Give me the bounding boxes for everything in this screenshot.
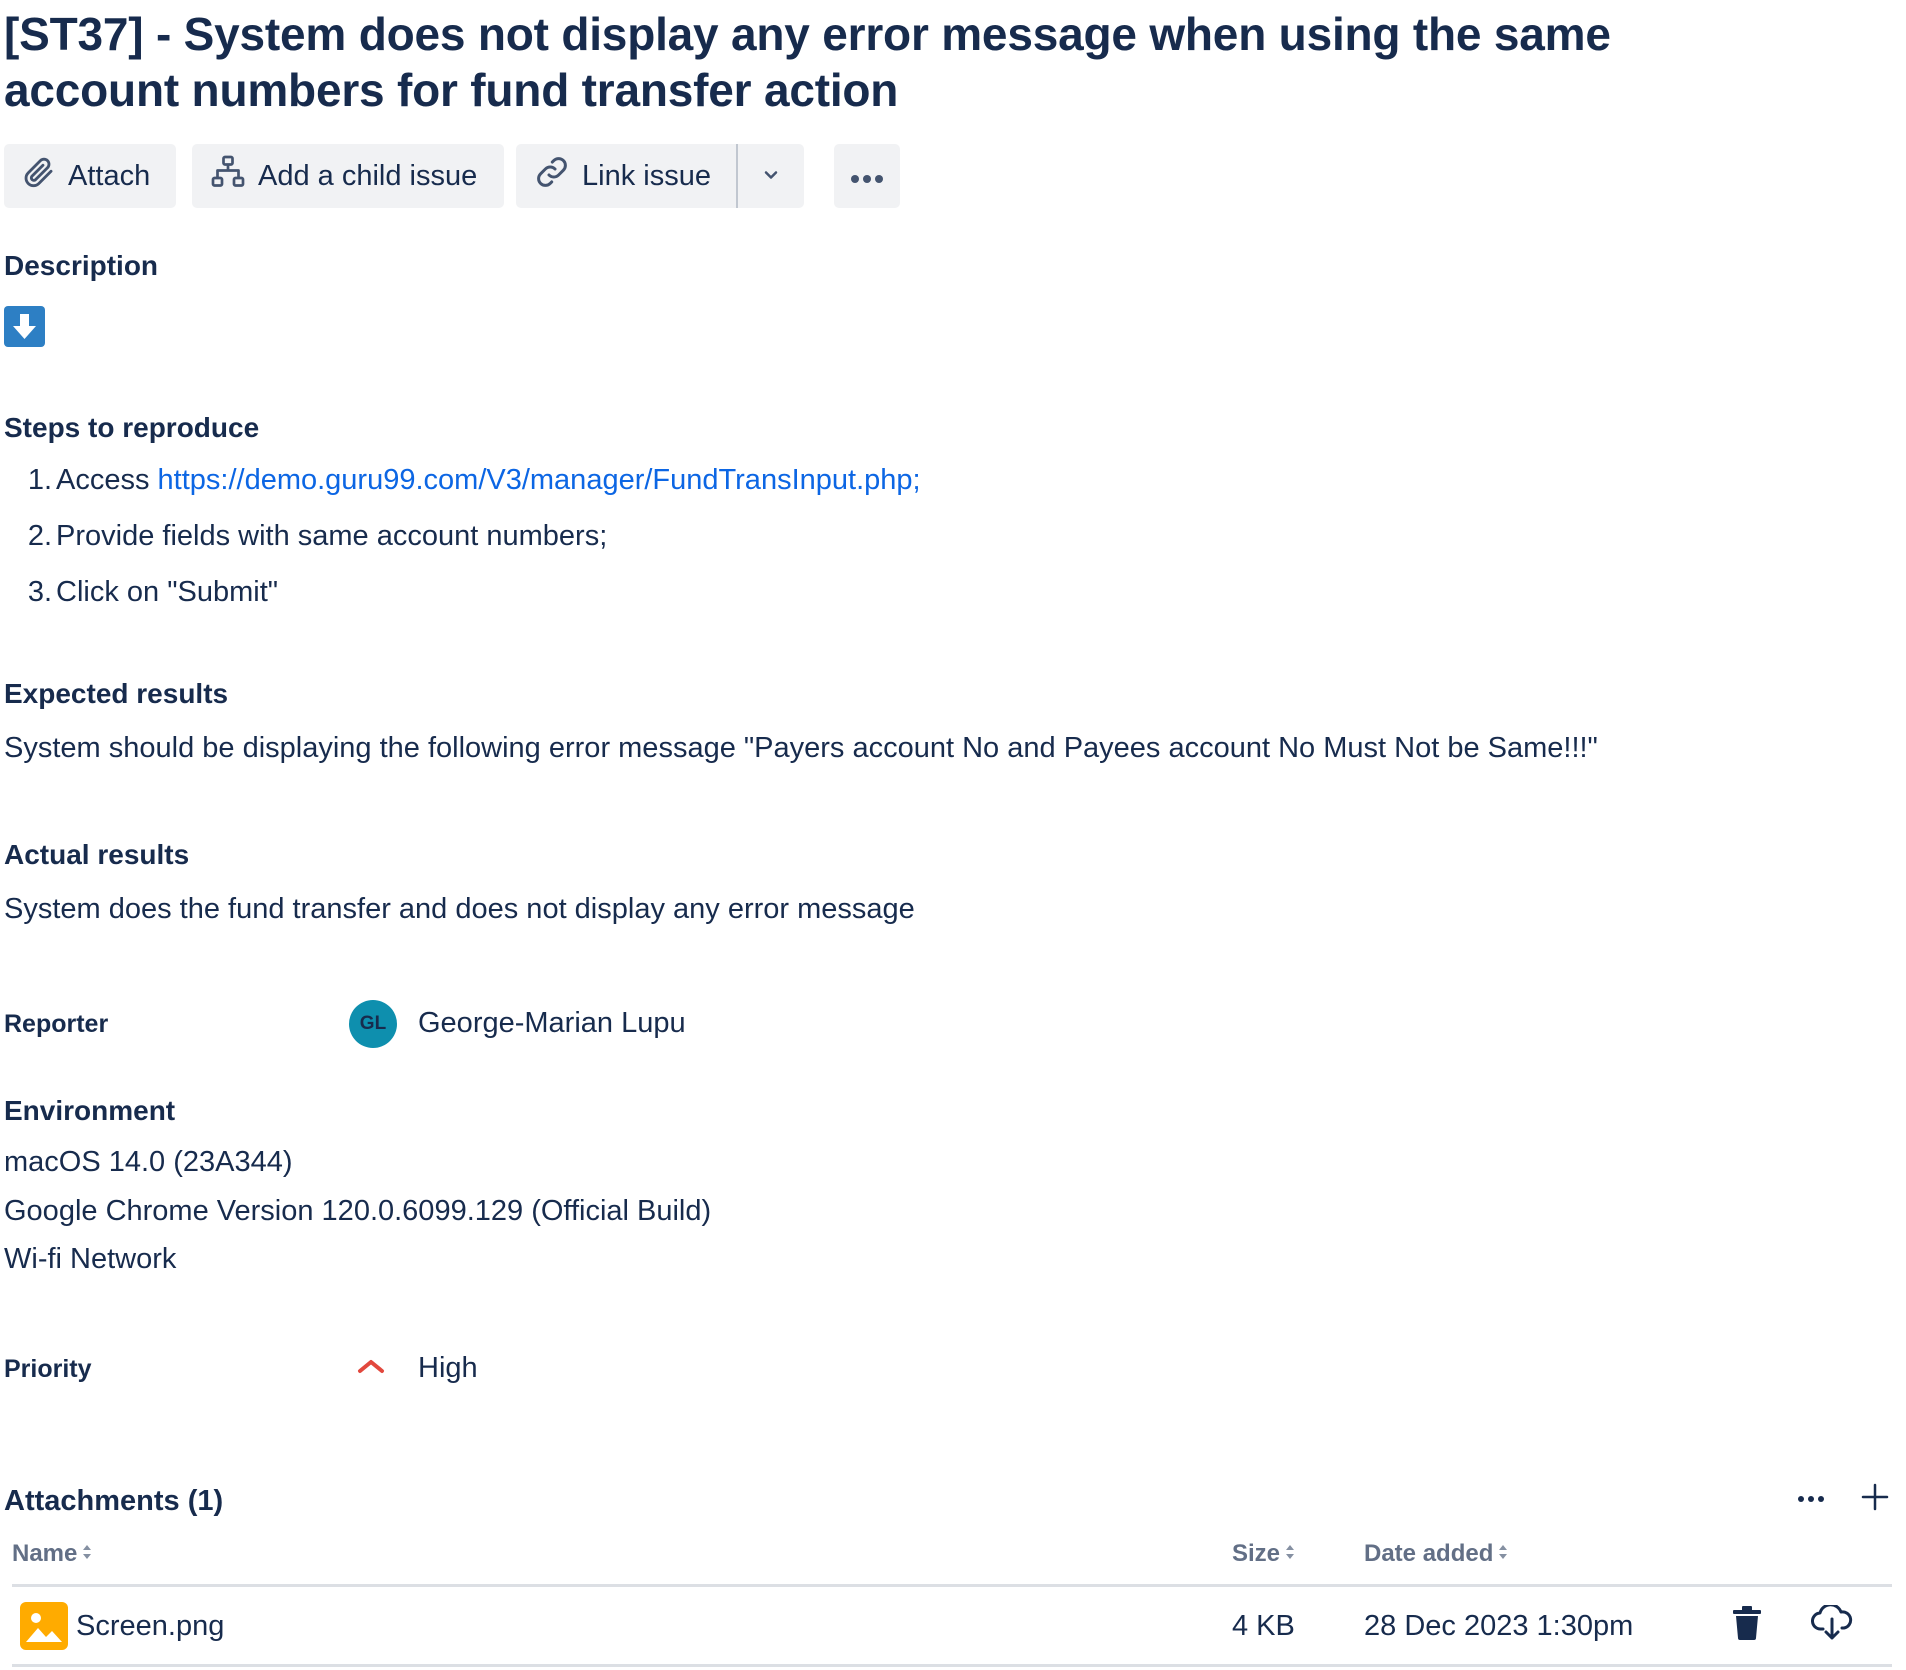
link-issue-button[interactable]: Link issue (516, 144, 736, 208)
issue-title[interactable]: [ST37] - System does not display any err… (4, 6, 1764, 118)
child-issue-icon (210, 154, 246, 198)
sort-icon (81, 1540, 93, 1568)
reporter-name[interactable]: George-Marian Lupu (418, 1007, 686, 1040)
reporter-label: Reporter (4, 1010, 109, 1038)
expected-results-text: System should be displaying the followin… (4, 732, 1598, 764)
download-attachment-button[interactable] (1811, 1602, 1853, 1642)
column-header-size[interactable]: Size (1232, 1540, 1296, 1568)
add-child-issue-label: Add a child issue (258, 159, 478, 192)
expected-results-heading: Expected results (4, 678, 229, 709)
step-number: 2. (27, 520, 52, 552)
more-actions-button[interactable] (834, 144, 900, 208)
step-text: Provide fields with same account numbers… (56, 520, 608, 552)
environment-line: Google Chrome Version 120.0.6099.129 (Of… (4, 1195, 712, 1227)
delete-attachment-button[interactable] (1730, 1605, 1764, 1645)
step-text: Click on "Submit" (56, 576, 279, 608)
step-item: 3. Click on "Submit" (4, 570, 921, 626)
link-icon (534, 154, 570, 198)
sort-icon (1284, 1540, 1296, 1568)
attachment-file-size: 4 KB (1232, 1610, 1295, 1642)
add-attachment-button[interactable] (1858, 1482, 1892, 1516)
link-issue-label: Link issue (582, 159, 711, 192)
paperclip-icon (22, 155, 56, 197)
link-issue-dropdown-button[interactable] (738, 144, 804, 208)
column-header-name[interactable]: Name (12, 1540, 93, 1568)
table-row[interactable]: Screen.png 4 KB 28 Dec 2023 1:30pm (12, 1588, 1892, 1668)
attachments-more-button[interactable] (1794, 1482, 1828, 1516)
plus-icon (1861, 1483, 1889, 1516)
more-horizontal-icon (1797, 1490, 1825, 1508)
attachment-date-added: 28 Dec 2023 1:30pm (1364, 1610, 1634, 1642)
cloud-download-icon (1811, 1602, 1853, 1646)
trash-icon (1731, 1605, 1763, 1645)
chevron-down-icon (761, 160, 781, 193)
steps-heading: Steps to reproduce (4, 412, 260, 443)
attach-button[interactable]: Attach (4, 144, 176, 208)
step-number: 3. (27, 576, 52, 608)
table-row-divider (12, 1664, 1892, 1667)
environment-line: macOS 14.0 (23A344) (4, 1146, 293, 1178)
attachments-heading: Attachments (1) (4, 1485, 224, 1517)
actual-results-text: System does the fund transfer and does n… (4, 893, 915, 925)
priority-value[interactable]: High (418, 1352, 478, 1385)
column-header-label: Size (1232, 1540, 1281, 1567)
attachment-file-name[interactable]: Screen.png (76, 1610, 224, 1643)
priority-high-icon (357, 1357, 385, 1380)
step-item: 1. Access https://demo.guru99.com/V3/mana… (4, 458, 921, 514)
actual-results-heading: Actual results (4, 839, 190, 870)
priority-label: Priority (4, 1355, 92, 1383)
fund-transfer-link[interactable]: https://demo.guru99.com/V3/manager/FundT… (158, 464, 921, 496)
step-item: 2. Provide fields with same account numbe… (4, 514, 921, 570)
sort-icon (1497, 1540, 1509, 1568)
step-text: Access (56, 464, 158, 496)
column-header-label: Name (12, 1540, 78, 1567)
column-header-date[interactable]: Date added (1364, 1540, 1509, 1568)
environment-heading: Environment (4, 1095, 176, 1126)
image-file-icon (20, 1602, 68, 1650)
arrow-down-icon (4, 306, 45, 347)
step-number: 1. (27, 464, 52, 496)
table-header-divider (12, 1584, 1892, 1587)
environment-line: Wi-fi Network (4, 1243, 177, 1275)
add-child-issue-button[interactable]: Add a child issue (192, 144, 504, 208)
attachments-actions (1794, 1482, 1892, 1516)
avatar[interactable]: GL (349, 1000, 397, 1048)
attach-label: Attach (68, 159, 151, 192)
column-header-label: Date added (1364, 1540, 1494, 1567)
more-horizontal-icon (847, 160, 887, 193)
description-heading: Description (4, 250, 159, 281)
steps-list: 1. Access https://demo.guru99.com/V3/mana… (4, 458, 921, 626)
